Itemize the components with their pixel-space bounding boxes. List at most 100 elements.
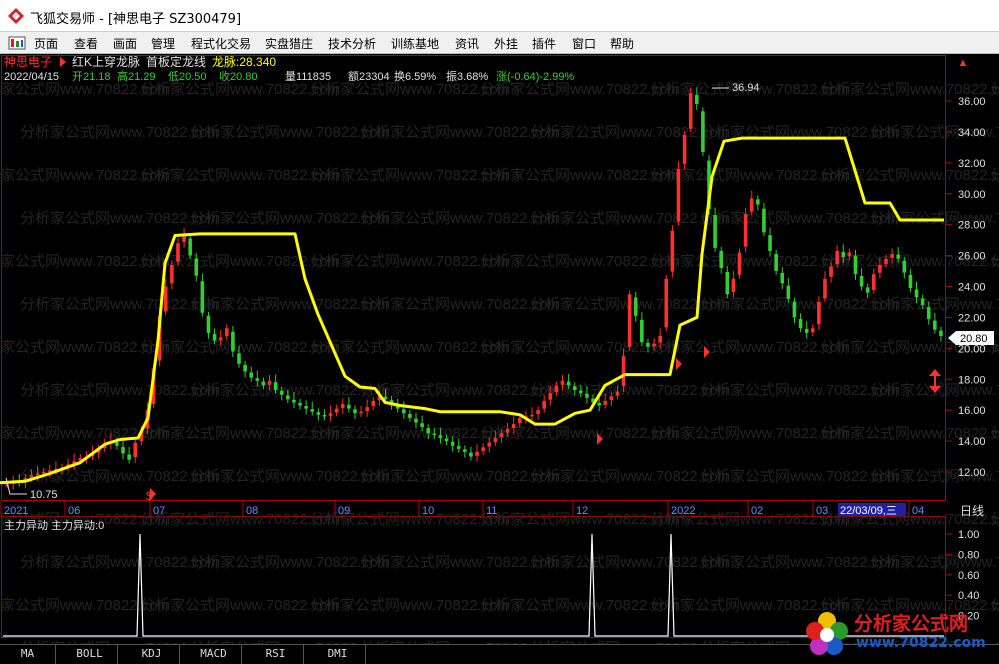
- x-tick-label: 02: [751, 505, 763, 517]
- candle-body: [371, 400, 376, 407]
- candle-body: [646, 342, 650, 347]
- indicator-title: 红K上穿龙脉: [72, 54, 140, 69]
- menu-item-plugins[interactable]: 插件: [532, 35, 556, 52]
- candle-body: [926, 307, 931, 319]
- y-tick-label: 36.00: [958, 96, 986, 108]
- watermark-url: www.70822.com: [856, 635, 986, 651]
- candle-body: [896, 254, 901, 259]
- candle-body: [621, 356, 626, 387]
- watermark-badge: 分析家公式网 www.70822.com: [800, 605, 999, 664]
- buy-signal-label: $: [146, 489, 153, 503]
- candle-body: [676, 169, 681, 222]
- candle-body: [408, 413, 412, 418]
- menu-item-view[interactable]: 查看: [74, 35, 98, 52]
- menu-item-news[interactable]: 资讯: [455, 35, 479, 52]
- candle-body: [218, 337, 223, 341]
- candle-body: [652, 343, 656, 347]
- candle-body: [694, 94, 699, 105]
- candle-body: [768, 235, 772, 251]
- candle-body: [505, 428, 510, 433]
- candle-body: [603, 400, 608, 405]
- y-tick-label: 22.00: [958, 312, 986, 324]
- y-tick-label: 32.00: [958, 158, 986, 170]
- candle-body: [517, 417, 522, 424]
- flower-logo-icon: [806, 612, 848, 655]
- candle-body: [774, 253, 778, 272]
- candle-body: [859, 275, 864, 287]
- candle-body: [542, 400, 546, 409]
- tab-dmi[interactable]: DMI: [310, 645, 366, 664]
- menu-item-manage[interactable]: 管理: [151, 35, 175, 52]
- menu-item-screen[interactable]: 画面: [113, 35, 137, 52]
- menu-item-live-hunt[interactable]: 实盘猎庄: [265, 35, 313, 52]
- candle-body: [456, 446, 461, 449]
- x-tick-label: 10: [422, 505, 434, 517]
- candle-body: [35, 473, 40, 476]
- candle-body: [798, 319, 803, 329]
- scroll-up-icon[interactable]: ▲: [948, 56, 978, 69]
- candle-body: [572, 386, 577, 391]
- menu-item-page[interactable]: 页面: [34, 35, 58, 52]
- candle-body: [560, 380, 565, 385]
- candle-body: [908, 274, 913, 289]
- candle-body: [420, 423, 424, 428]
- candle-body: [633, 297, 638, 316]
- menu-item-training[interactable]: 训练基地: [391, 35, 439, 52]
- document-icon[interactable]: [8, 36, 26, 50]
- x-tick-label: 03: [816, 505, 828, 517]
- menu-item-program-trade[interactable]: 程式化交易: [191, 35, 251, 52]
- watermark-tile: 分析家公式网www.70822.com: [990, 425, 999, 442]
- watermark-tile: 分析家公式网www.70822.com: [990, 511, 999, 528]
- candle-body: [701, 111, 705, 153]
- candle-body: [292, 399, 296, 403]
- candle-body: [212, 334, 217, 341]
- candle-body: [615, 391, 620, 396]
- tab-rsi[interactable]: RSI: [248, 645, 304, 664]
- menu-item-tech-analysis[interactable]: 技术分析: [328, 35, 376, 52]
- x-tick-label: 2021: [4, 505, 28, 517]
- tab-macd[interactable]: MACD: [186, 645, 242, 664]
- menu-item-plugin-ext[interactable]: 外挂: [494, 35, 518, 52]
- candle-body: [493, 437, 498, 442]
- y-tick-label: 34.00: [958, 127, 986, 139]
- tab-kdj[interactable]: KDJ: [124, 645, 180, 664]
- candle-body: [530, 414, 534, 417]
- menu-item-window[interactable]: 窗口: [572, 35, 596, 52]
- period-label[interactable]: 日线: [960, 504, 984, 518]
- candle-body: [762, 208, 766, 233]
- svg-text:▲: ▲: [958, 57, 969, 69]
- candle-body: [780, 272, 785, 284]
- candle-body: [261, 381, 266, 386]
- candle-body: [597, 402, 601, 406]
- chart-area[interactable]: 神思电子 红K上穿龙脉 首板定龙线 龙脉:28.340 2022/04/15 开…: [0, 54, 999, 644]
- watermark-tile: 分析家公式网www.70822.com: [990, 253, 999, 270]
- title-bar: 飞狐交易师 - [神思电子 SZ300479]: [0, 0, 999, 32]
- candle-body: [713, 215, 717, 248]
- candle-body: [206, 315, 211, 333]
- cursor-date-label: 22/03/09,三: [840, 505, 897, 517]
- candle-body: [682, 135, 687, 164]
- candle-body: [188, 238, 192, 256]
- candle-body: [536, 410, 540, 415]
- tab-ma[interactable]: MA: [0, 645, 56, 664]
- candle-body: [414, 418, 418, 423]
- candle-body: [829, 266, 833, 277]
- watermark-tile: 分析家公式网www.70822.com: [990, 167, 999, 184]
- candle-body: [823, 278, 827, 299]
- candle-body: [756, 199, 760, 205]
- menu-bar: 页面 查看 画面 管理 程式化交易 实盘猎庄 技术分析 训练基地 资讯 外挂 插…: [0, 32, 999, 54]
- candle-body: [566, 381, 571, 386]
- tab-boll[interactable]: BOLL: [62, 645, 118, 664]
- candle-body: [585, 393, 589, 398]
- menu-item-help[interactable]: 帮助: [610, 35, 634, 52]
- candle-body: [231, 331, 235, 352]
- y-tick-label: 14.00: [958, 436, 986, 448]
- candle-body: [469, 452, 473, 457]
- candle-body: [121, 446, 125, 454]
- candle-body: [340, 403, 345, 408]
- candle-body: [804, 328, 809, 333]
- candle-body: [725, 271, 730, 295]
- app-logo-icon: [8, 8, 24, 24]
- x-tick-label: 06: [68, 505, 80, 517]
- candle-body: [554, 385, 559, 393]
